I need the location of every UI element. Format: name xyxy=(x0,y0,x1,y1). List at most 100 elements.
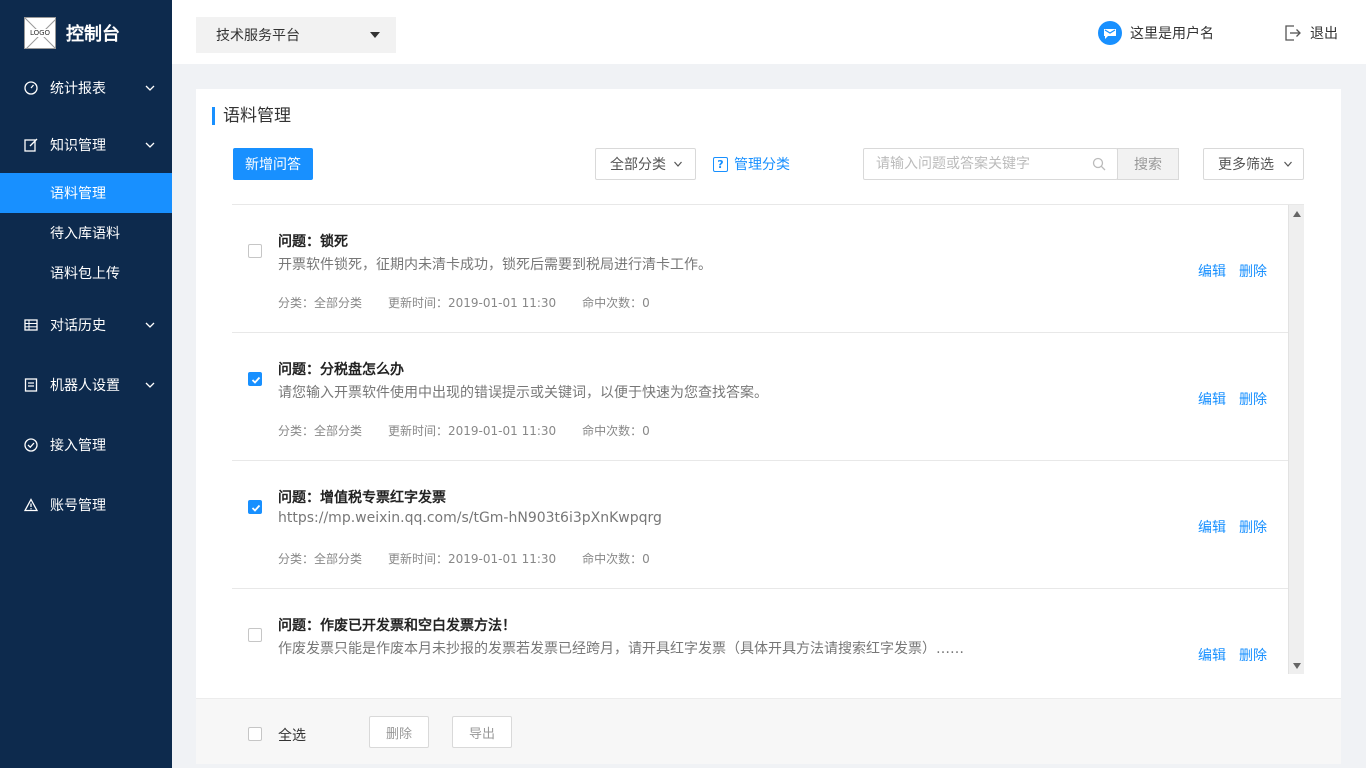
more-filter-button[interactable]: 更多筛选 xyxy=(1203,148,1304,180)
nav-label: 语料包上传 xyxy=(50,266,120,282)
question-title: 问题：增值税专票红字发票 xyxy=(278,490,446,506)
nav-item-corpus[interactable]: 语料管理 xyxy=(0,173,172,213)
manage-category-link[interactable]: ? 管理分类 xyxy=(713,154,790,174)
nav-label: 接入管理 xyxy=(50,438,106,454)
list-item: 问题：分税盘怎么办 请您输入开票软件使用中出现的错误提示或关键词，以便于快速为您… xyxy=(232,333,1288,461)
row-checkbox[interactable] xyxy=(248,372,262,386)
platform-select[interactable]: 技术服务平台 xyxy=(196,17,396,53)
nav-label: 账号管理 xyxy=(50,498,106,514)
edit-button[interactable]: 编辑 xyxy=(1198,389,1226,409)
scroll-down-icon[interactable] xyxy=(1293,663,1301,669)
item-hits: 命中次数：0 xyxy=(582,424,650,438)
select-all-label: 全选 xyxy=(278,728,306,744)
bulk-delete-button[interactable]: 删除 xyxy=(369,716,429,748)
delete-button[interactable]: 删除 xyxy=(1239,389,1267,409)
nav-item-account[interactable]: 账号管理 xyxy=(0,485,172,525)
nav-label: 语料管理 xyxy=(50,186,106,202)
warning-icon xyxy=(24,498,38,512)
table-icon xyxy=(24,319,38,331)
item-updated: 更新时间：2019-01-01 11:30 xyxy=(388,296,557,310)
list-icon xyxy=(24,378,38,392)
platform-label: 技术服务平台 xyxy=(216,28,300,44)
logout-icon xyxy=(1285,25,1301,41)
row-checkbox[interactable] xyxy=(248,500,262,514)
app-title: 控制台 xyxy=(66,24,120,45)
item-category: 分类：全部分类 xyxy=(278,296,363,310)
list-item: 问题：锁死 开票软件锁死，征期内未清卡成功，锁死后需要到税局进行清卡工作。 分类… xyxy=(232,205,1288,333)
avatar xyxy=(1098,21,1122,45)
logout-button[interactable]: 退出 xyxy=(1284,23,1338,43)
dashboard-icon xyxy=(24,81,38,95)
nav-item-statistics[interactable]: 统计报表 xyxy=(0,68,172,108)
row-checkbox[interactable] xyxy=(248,244,262,258)
item-meta: 分类：全部分类 更新时间：2019-01-01 11:30 命中次数：0 xyxy=(278,294,676,311)
answer-text: 开票软件锁死，征期内未清卡成功，锁死后需要到税局进行清卡工作。 xyxy=(278,257,712,273)
nav-label: 待入库语料 xyxy=(50,226,120,242)
item-category: 分类：全部分类 xyxy=(278,424,363,438)
logo-area: LOGO 控制台 xyxy=(24,17,120,49)
nav-label: 机器人设置 xyxy=(50,378,120,394)
add-qa-button[interactable]: 新增问答 xyxy=(233,148,313,180)
username: 这里是用户名 xyxy=(1130,26,1214,42)
edit-button[interactable]: 编辑 xyxy=(1198,517,1226,537)
delete-button[interactable]: 删除 xyxy=(1239,517,1267,537)
top-bar: 技术服务平台 这里是用户名 退出 xyxy=(172,0,1366,64)
nav-item-corpus-upload[interactable]: 语料包上传 xyxy=(0,253,172,293)
chevron-up-icon xyxy=(145,142,155,148)
nav-item-knowledge[interactable]: 知识管理 xyxy=(0,125,172,165)
logo-text: LOGO xyxy=(28,29,52,37)
scroll-up-icon[interactable] xyxy=(1293,211,1301,217)
scrollbar[interactable] xyxy=(1288,205,1304,674)
chevron-down-icon xyxy=(1284,161,1292,167)
user-info[interactable]: 这里是用户名 xyxy=(1098,21,1214,45)
question-icon: ? xyxy=(713,156,728,172)
search-icon xyxy=(1092,157,1106,171)
manage-category-label: 管理分类 xyxy=(734,157,790,173)
question-title: 问题：分税盘怎么办 xyxy=(278,362,404,378)
delete-button[interactable]: 删除 xyxy=(1239,645,1267,665)
edit-icon xyxy=(24,138,38,152)
delete-button[interactable]: 删除 xyxy=(1239,261,1267,281)
sidebar: LOGO 控制台 统计报表 知识管理 语料管理 待入库语料 语料包上传 对话历史… xyxy=(0,0,172,768)
nav-item-history[interactable]: 对话历史 xyxy=(0,305,172,345)
check-icon xyxy=(251,504,261,512)
item-updated: 更新时间：2019-01-01 11:30 xyxy=(388,552,557,566)
search-box: 搜索 xyxy=(863,148,1179,180)
item-category: 分类：全部分类 xyxy=(278,552,363,566)
nav-item-pending-corpus[interactable]: 待入库语料 xyxy=(0,213,172,253)
chevron-down-icon xyxy=(145,85,155,91)
logout-label: 退出 xyxy=(1310,26,1338,42)
chevron-down-icon xyxy=(145,322,155,328)
nav-item-access[interactable]: 接入管理 xyxy=(0,425,172,465)
category-select-value: 全部分类 xyxy=(610,157,666,173)
item-meta: 分类：全部分类 更新时间：2019-01-01 11:30 命中次数：0 xyxy=(278,550,676,567)
answer-text: 作废发票只能是作废本月未抄报的发票若发票已经跨月，请开具红字发票（具体开具方法请… xyxy=(278,641,964,657)
question-title: 问题：作废已开发票和空白发票方法！ xyxy=(278,618,516,634)
export-button[interactable]: 导出 xyxy=(452,716,512,748)
check-circle-icon xyxy=(24,438,38,452)
item-hits: 命中次数：0 xyxy=(582,552,650,566)
edit-button[interactable]: 编辑 xyxy=(1198,261,1226,281)
category-select[interactable]: 全部分类 xyxy=(595,148,696,180)
search-input[interactable] xyxy=(864,149,1087,179)
logo-image: LOGO xyxy=(24,17,56,49)
nav-label: 统计报表 xyxy=(50,81,106,97)
chevron-down-icon xyxy=(674,161,682,167)
nav-label: 对话历史 xyxy=(50,318,106,334)
question-title: 问题：锁死 xyxy=(278,234,348,250)
main-panel: 语料管理 新增问答 全部分类 ? 管理分类 搜索 更多筛选 问题：锁死 开票软件… xyxy=(196,89,1341,698)
page-title: 语料管理 xyxy=(212,107,291,125)
edit-button[interactable]: 编辑 xyxy=(1198,645,1226,665)
chevron-down-icon xyxy=(145,382,155,388)
item-updated: 更新时间：2019-01-01 11:30 xyxy=(388,424,557,438)
row-checkbox[interactable] xyxy=(248,628,262,642)
list-item: 问题：作废已开发票和空白发票方法！ 作废发票只能是作废本月未抄报的发票若发票已经… xyxy=(232,589,1288,674)
search-button[interactable]: 搜索 xyxy=(1117,148,1179,180)
nav-item-robot-settings[interactable]: 机器人设置 xyxy=(0,365,172,405)
nav-label: 知识管理 xyxy=(50,138,106,154)
check-icon xyxy=(251,376,261,384)
item-meta: 分类：全部分类 更新时间：2019-01-01 11:30 命中次数：0 xyxy=(278,422,676,439)
select-all-checkbox[interactable] xyxy=(248,727,262,741)
answer-text: https://mp.weixin.qq.com/s/tGm-hN903t6i3… xyxy=(278,510,662,526)
more-filter-label: 更多筛选 xyxy=(1218,157,1274,173)
